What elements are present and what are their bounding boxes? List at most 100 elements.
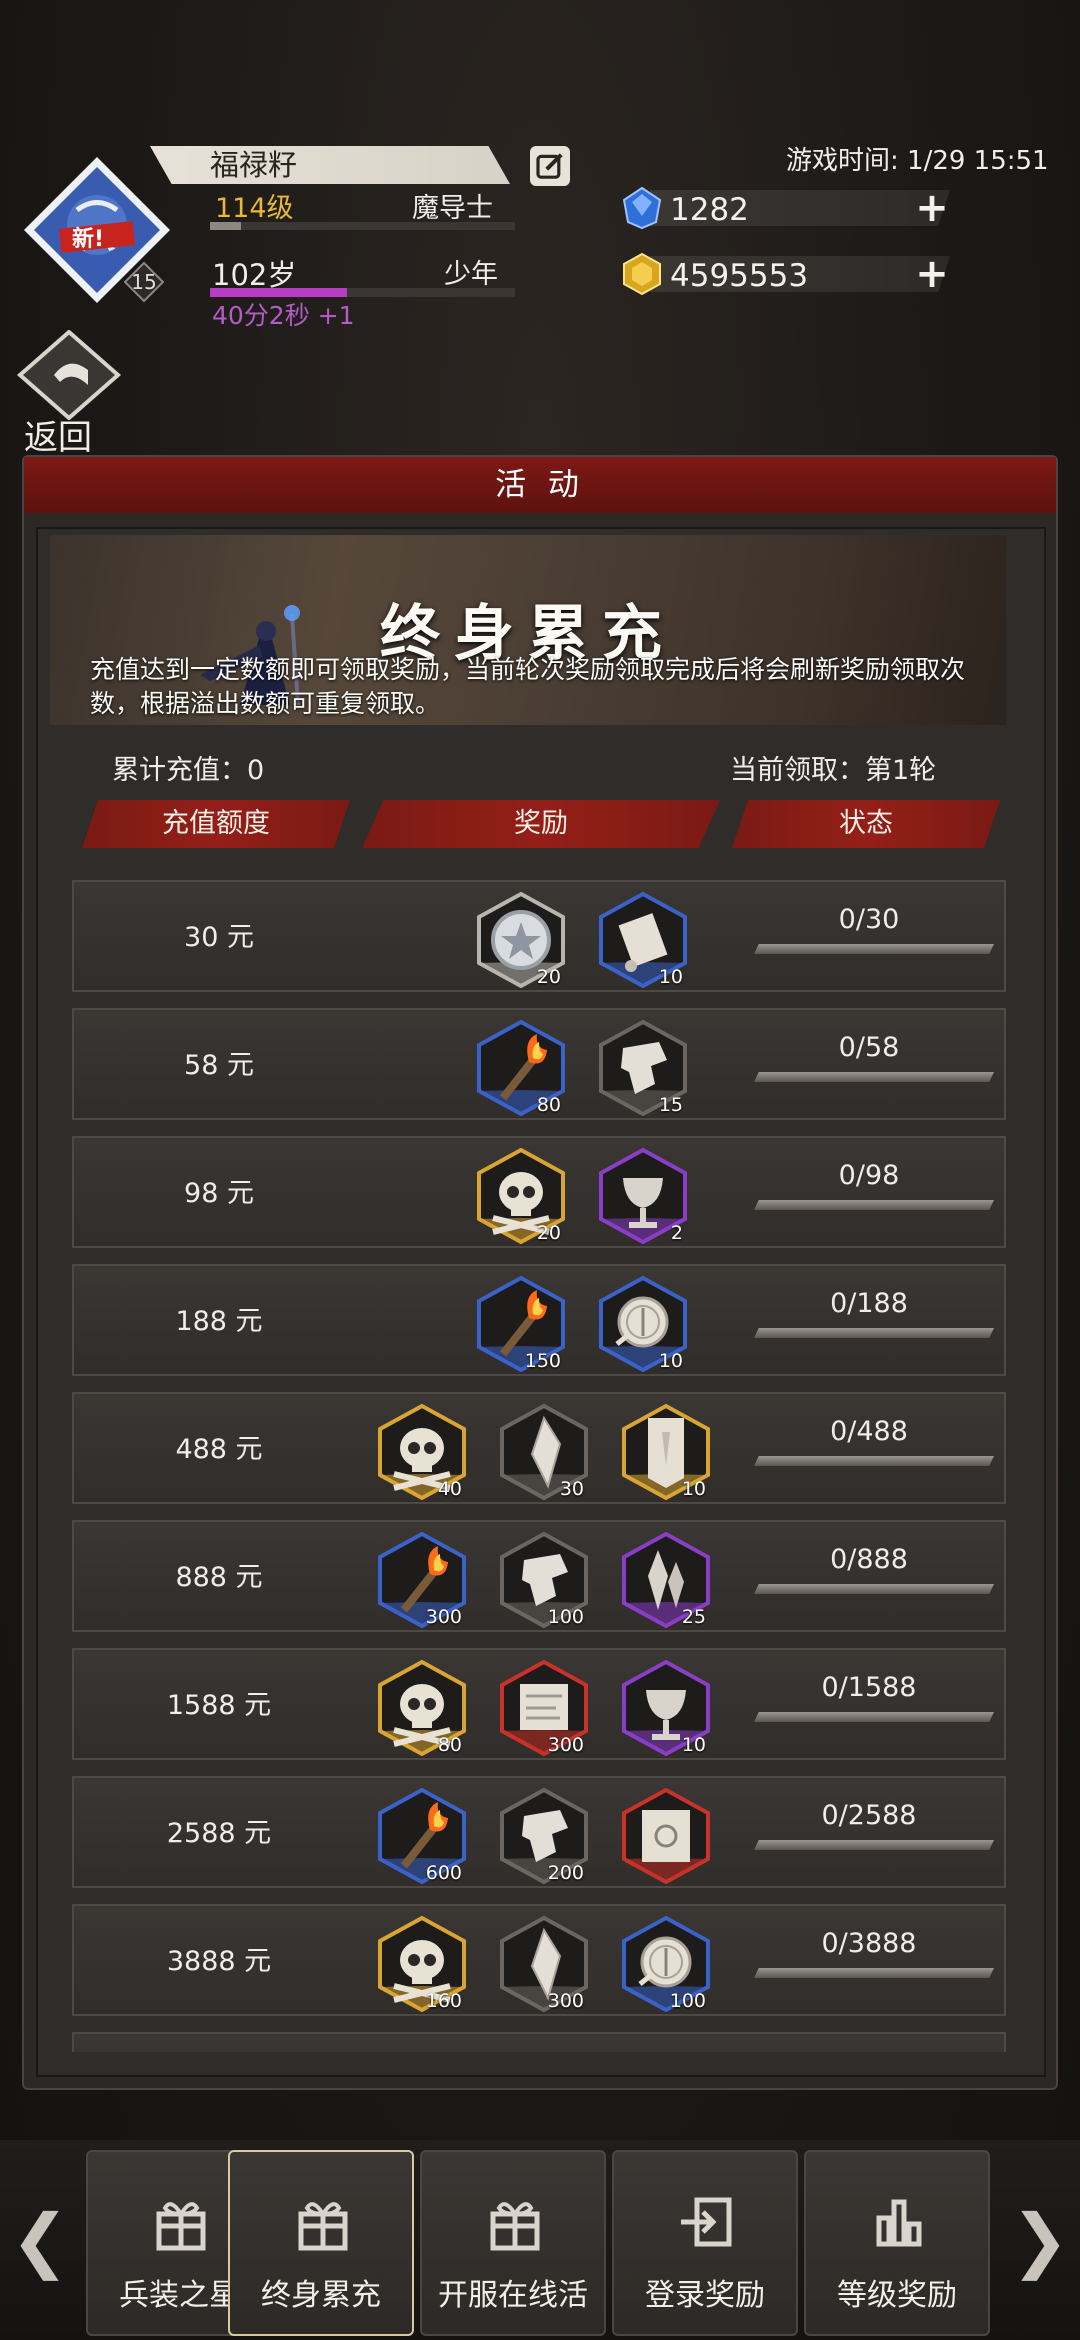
seal-scroll-icon[interactable] bbox=[618, 1788, 714, 1884]
edit-icon bbox=[536, 153, 563, 179]
reward-items: 80 300 10 bbox=[364, 1650, 724, 1762]
progress-status: 0/98 bbox=[838, 1160, 900, 1191]
reward-items: 600 200 bbox=[364, 1778, 724, 1890]
gem-currency: 1282 + bbox=[620, 186, 960, 230]
progress-status: 0/58 bbox=[838, 1032, 900, 1063]
reward-items: 150 10 bbox=[364, 1266, 724, 1378]
progress-bar bbox=[754, 1072, 994, 1082]
add-gem-button[interactable]: + bbox=[915, 188, 949, 228]
skull-icon[interactable]: 80 bbox=[374, 1660, 470, 1756]
reward-items: 80 15 bbox=[364, 1010, 724, 1122]
age-timer: 40分2秒 +1 bbox=[212, 301, 355, 330]
shard-icon[interactable]: 100 bbox=[496, 1532, 592, 1628]
total-recharge: 累计充值：0 bbox=[112, 755, 265, 786]
reward-count: 10 bbox=[681, 1478, 706, 1500]
player-class: 魔导士 bbox=[412, 193, 493, 224]
reward-count: 10 bbox=[658, 1350, 683, 1372]
progress-bar bbox=[754, 1712, 994, 1722]
reward-row: 2588 元 600 200 0/2588 bbox=[72, 1776, 1006, 1888]
silver-star-coin-icon[interactable]: 20 bbox=[473, 892, 569, 988]
tab-5[interactable]: 等级奖励 bbox=[804, 2150, 990, 2336]
skull-icon[interactable]: 160 bbox=[374, 1916, 470, 2012]
tab-2[interactable]: 终身累充 bbox=[228, 2150, 414, 2336]
shard-icon[interactable]: 15 bbox=[595, 1020, 691, 1116]
reward-count: 300 bbox=[547, 1734, 584, 1756]
progress-status: 0/2588 bbox=[821, 1800, 917, 1831]
scroll-icon[interactable]: 10 bbox=[595, 892, 691, 988]
recharge-amount: 188 元 bbox=[175, 1306, 263, 1337]
reward-count: 200 bbox=[547, 1862, 584, 1884]
add-gold-button[interactable]: + bbox=[915, 254, 949, 294]
panel-title: 活 动 bbox=[24, 457, 1056, 513]
column-header-amount: 充值额度 bbox=[82, 800, 350, 848]
reward-row: 30 元 20 10 0/30 bbox=[72, 880, 1006, 992]
progress-bar bbox=[754, 1968, 994, 1978]
age-stage: 少年 bbox=[444, 259, 498, 290]
exp-bar bbox=[210, 222, 515, 230]
gold-currency: 4595553 + bbox=[620, 252, 960, 296]
torch-icon[interactable]: 150 bbox=[473, 1276, 569, 1372]
reward-list[interactable]: 30 元 20 10 0/30 58 元 80 15 0/58 98 元 20 2 0/98 188 元… bbox=[72, 880, 1012, 2052]
activity-tab-bar: ❮ ❯ 兵装之星 终身累充 开服在线活 登录奖励 等级奖励 bbox=[0, 2140, 1080, 2340]
reward-count: 100 bbox=[669, 1990, 706, 2012]
torch-icon[interactable]: 80 bbox=[473, 1020, 569, 1116]
recharge-amount: 1588 元 bbox=[166, 1690, 272, 1721]
reward-count: 600 bbox=[425, 1862, 462, 1884]
recharge-amount: 2588 元 bbox=[166, 1818, 272, 1849]
reward-count: 40 bbox=[437, 1478, 462, 1500]
reward-count: 80 bbox=[536, 1094, 561, 1116]
tab-label: 终身累充 bbox=[261, 2278, 381, 2313]
recharge-amount: 58 元 bbox=[184, 1050, 254, 1081]
gift-icon bbox=[298, 2202, 348, 2251]
reward-items: 20 10 bbox=[364, 882, 724, 994]
recharge-amount: 98 元 bbox=[184, 1178, 254, 1209]
skull-icon[interactable]: 40 bbox=[374, 1404, 470, 1500]
progress-status: 0/1588 bbox=[821, 1672, 917, 1703]
compass-icon[interactable]: 10 bbox=[595, 1276, 691, 1372]
reward-row: 888 元 300 100 25 0/888 bbox=[72, 1520, 1006, 1632]
map-icon[interactable]: 300 bbox=[496, 1660, 592, 1756]
crystals-icon[interactable]: 25 bbox=[618, 1532, 714, 1628]
gift-icon bbox=[156, 2202, 206, 2251]
chalice-icon[interactable]: 10 bbox=[618, 1660, 714, 1756]
banner-icon[interactable]: 10 bbox=[618, 1404, 714, 1500]
tab-label: 等级奖励 bbox=[837, 2278, 957, 2313]
compass-icon[interactable]: 100 bbox=[618, 1916, 714, 2012]
torch-icon[interactable]: 600 bbox=[374, 1788, 470, 1884]
edit-name-button[interactable] bbox=[530, 146, 570, 186]
progress-bar bbox=[754, 1200, 994, 1210]
tab-3[interactable]: 开服在线活 bbox=[420, 2150, 606, 2336]
scroll-right-arrow[interactable]: ❯ bbox=[1010, 2200, 1070, 2280]
tab-label: 开服在线活 bbox=[438, 2278, 588, 2313]
reward-row: 488 元 40 30 10 0/488 bbox=[72, 1392, 1006, 1504]
skull-icon[interactable]: 20 bbox=[473, 1148, 569, 1244]
crystal-icon[interactable]: 300 bbox=[496, 1916, 592, 2012]
recharge-amount: 488 元 bbox=[175, 1434, 263, 1465]
reward-count: 100 bbox=[547, 1606, 584, 1628]
tab-4[interactable]: 登录奖励 bbox=[612, 2150, 798, 2336]
progress-bar bbox=[754, 944, 994, 954]
avatar-level-badge: 15 bbox=[124, 262, 164, 302]
reward-count: 300 bbox=[425, 1606, 462, 1628]
reward-count: 20 bbox=[536, 1222, 561, 1244]
player-name: 福禄籽 bbox=[150, 146, 510, 184]
reward-count: 150 bbox=[524, 1350, 561, 1372]
bar-chart-icon bbox=[876, 2199, 922, 2247]
reward-count: 2 bbox=[670, 1222, 683, 1244]
torch-icon[interactable]: 300 bbox=[374, 1532, 470, 1628]
progress-status: 0/3888 bbox=[821, 1928, 917, 1959]
progress-status: 0/30 bbox=[838, 904, 900, 935]
progress-bar bbox=[754, 1584, 994, 1594]
lifetime-recharge-banner: 终身累充 充值达到一定数额即可领取奖励，当前轮次奖励领取完成后将会刷新奖励领取次… bbox=[50, 535, 1006, 725]
recharge-amount: 888 元 bbox=[175, 1562, 263, 1593]
reward-count: 25 bbox=[681, 1606, 706, 1628]
chalice-icon[interactable]: 2 bbox=[595, 1148, 691, 1244]
back-label: 返回 bbox=[24, 418, 92, 458]
gold-coin-icon bbox=[623, 252, 661, 296]
crystal-icon[interactable]: 30 bbox=[496, 1404, 592, 1500]
scroll-left-arrow[interactable]: ❮ bbox=[10, 2200, 70, 2280]
progress-bar bbox=[754, 1840, 994, 1850]
reward-count: 10 bbox=[658, 966, 683, 988]
recharge-amount: 3888 元 bbox=[166, 1946, 272, 1977]
shard-icon[interactable]: 200 bbox=[496, 1788, 592, 1884]
